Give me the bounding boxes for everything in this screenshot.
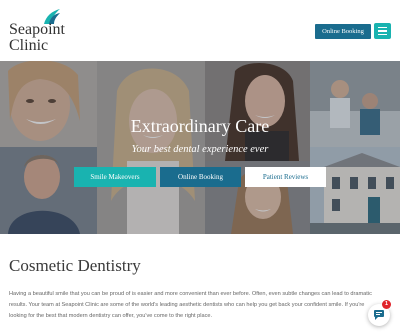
hamburger-icon-bar: [378, 27, 387, 29]
section-title: Cosmetic Dentistry: [9, 256, 141, 275]
hero-title: Extraordinary Care: [130, 116, 270, 136]
chat-notification-badge: 1: [382, 300, 391, 309]
hero-online-booking-button[interactable]: Online Booking: [160, 167, 241, 187]
logo-text-line2: Clinic: [9, 37, 49, 54]
chat-icon: [374, 310, 384, 320]
smile-makeovers-button[interactable]: Smile Makeovers: [74, 167, 156, 187]
clinic-logo[interactable]: Seapoint Clinic: [9, 8, 79, 54]
hamburger-icon-bar: [378, 33, 387, 35]
site-header: Seapoint Clinic Online Booking: [0, 0, 400, 61]
paragraph-line: Having a beautiful smile that you can be…: [9, 291, 372, 297]
logo-text-line1: Seapoint: [9, 21, 65, 38]
hero-subtitle: Your best dental experience ever: [131, 144, 269, 155]
menu-button[interactable]: [374, 23, 391, 39]
patient-reviews-button[interactable]: Patient Reviews: [245, 167, 326, 187]
paragraph-line: results. Your team at Seapoint Clinic ar…: [9, 302, 365, 308]
intro-paragraph: Having a beautiful smile that you can be…: [9, 289, 393, 322]
hamburger-icon-bar: [378, 30, 387, 32]
header-online-booking-button[interactable]: Online Booking: [315, 24, 371, 39]
hero-banner: Extraordinary Care Your best dental expe…: [0, 61, 400, 234]
paragraph-line: looking for the best that modern dentist…: [9, 313, 213, 319]
